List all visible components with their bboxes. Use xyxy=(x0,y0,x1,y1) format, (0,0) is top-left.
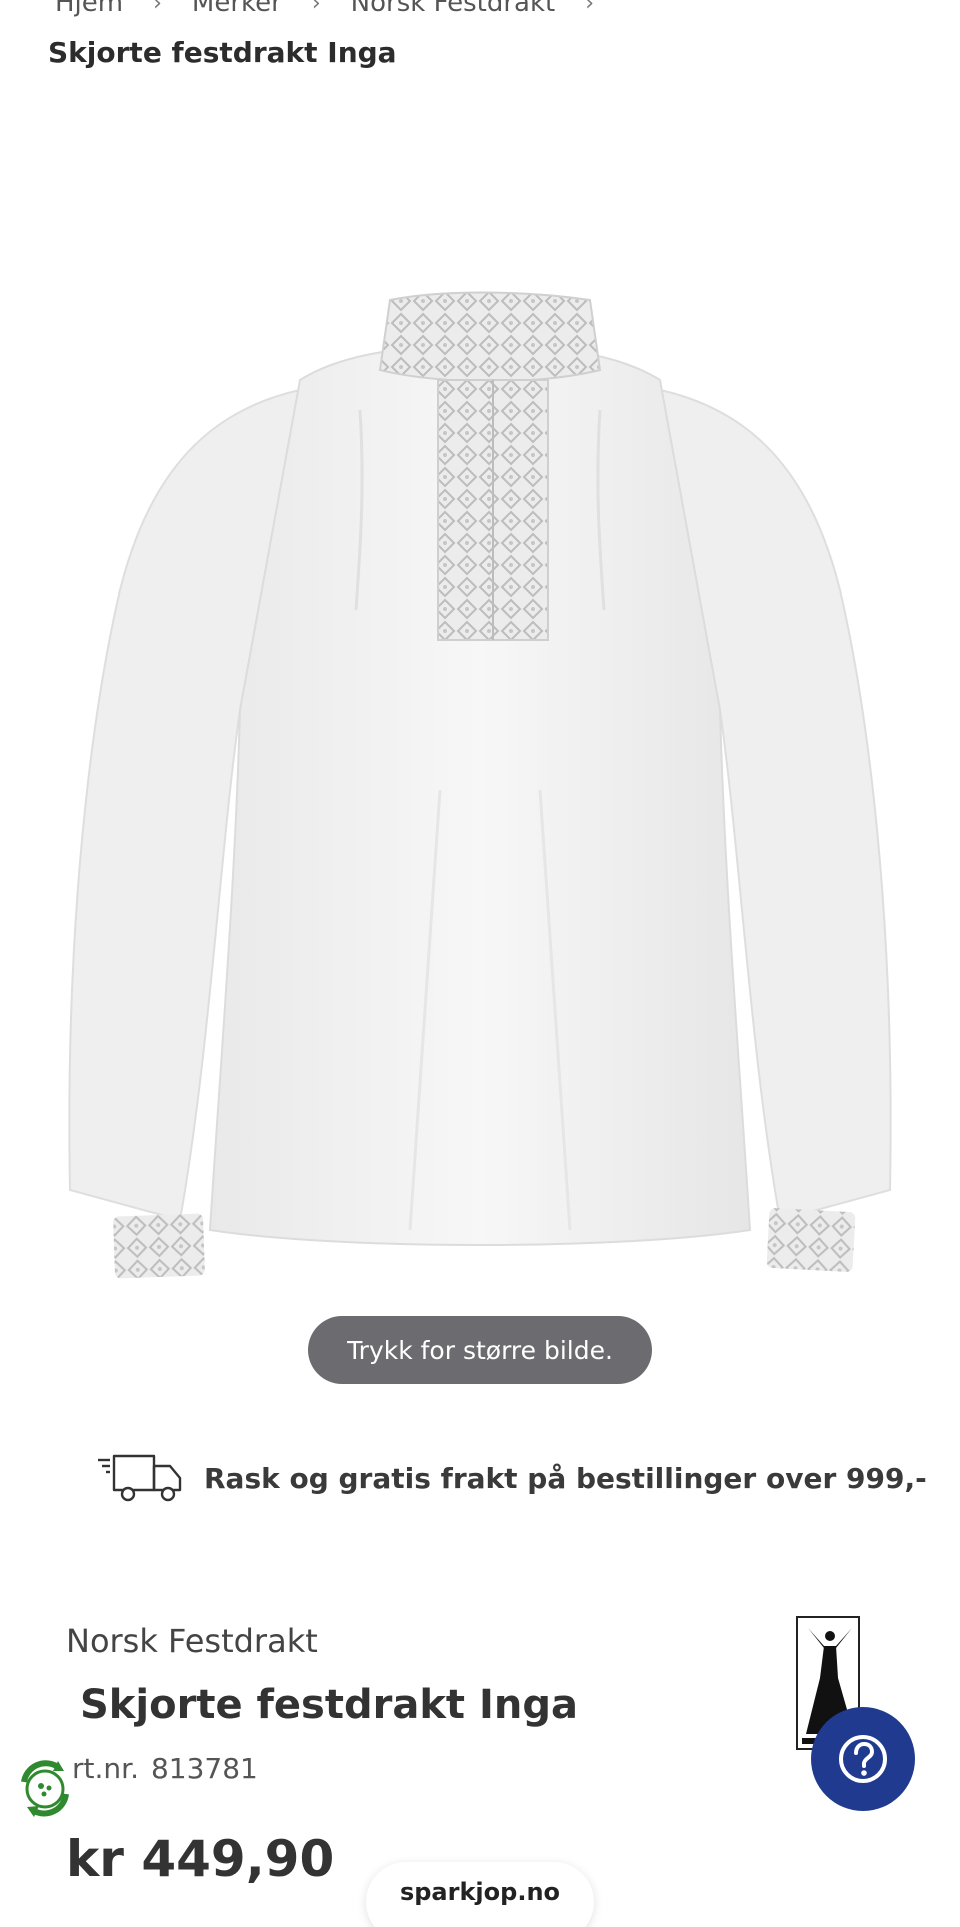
question-mark-icon xyxy=(839,1735,887,1783)
product-price: kr 449,90 xyxy=(66,1830,335,1888)
product-image[interactable] xyxy=(60,290,900,1290)
zoom-image-hint[interactable]: Trykk for større bilde. xyxy=(308,1316,652,1384)
site-badge[interactable]: sparkjop.no xyxy=(366,1862,594,1927)
chevron-right-icon: › xyxy=(311,0,321,16)
shipping-info: Rask og gratis frakt på bestillinger ove… xyxy=(96,1452,927,1504)
shirt-product-image xyxy=(68,291,892,1279)
recycle-badge-icon[interactable] xyxy=(14,1758,76,1820)
article-number-value: 813781 xyxy=(150,1752,258,1785)
article-number-label: rt.nr. xyxy=(72,1752,139,1785)
article-number: rt.nr. 813781 xyxy=(72,1752,258,1785)
breadcrumb-link-brand[interactable]: Norsk Festdrakt xyxy=(351,0,556,18)
breadcrumb-link-hjem[interactable]: Hjem xyxy=(55,0,123,18)
chevron-right-icon: › xyxy=(153,0,162,16)
breadcrumb: Hjem › Merker › Norsk Festdrakt › xyxy=(55,0,624,18)
delivery-truck-icon xyxy=(98,1454,182,1502)
chevron-right-icon: › xyxy=(585,0,595,16)
product-brand[interactable]: Norsk Festdrakt xyxy=(66,1622,318,1660)
product-title: Skjorte festdrakt Inga xyxy=(80,1682,578,1728)
breadcrumb-current-page: Skjorte festdrakt Inga xyxy=(48,36,397,69)
help-button[interactable] xyxy=(811,1707,915,1811)
shipping-text: Rask og gratis frakt på bestillinger ove… xyxy=(204,1461,927,1495)
breadcrumb-link-merker[interactable]: Merker xyxy=(192,0,282,18)
